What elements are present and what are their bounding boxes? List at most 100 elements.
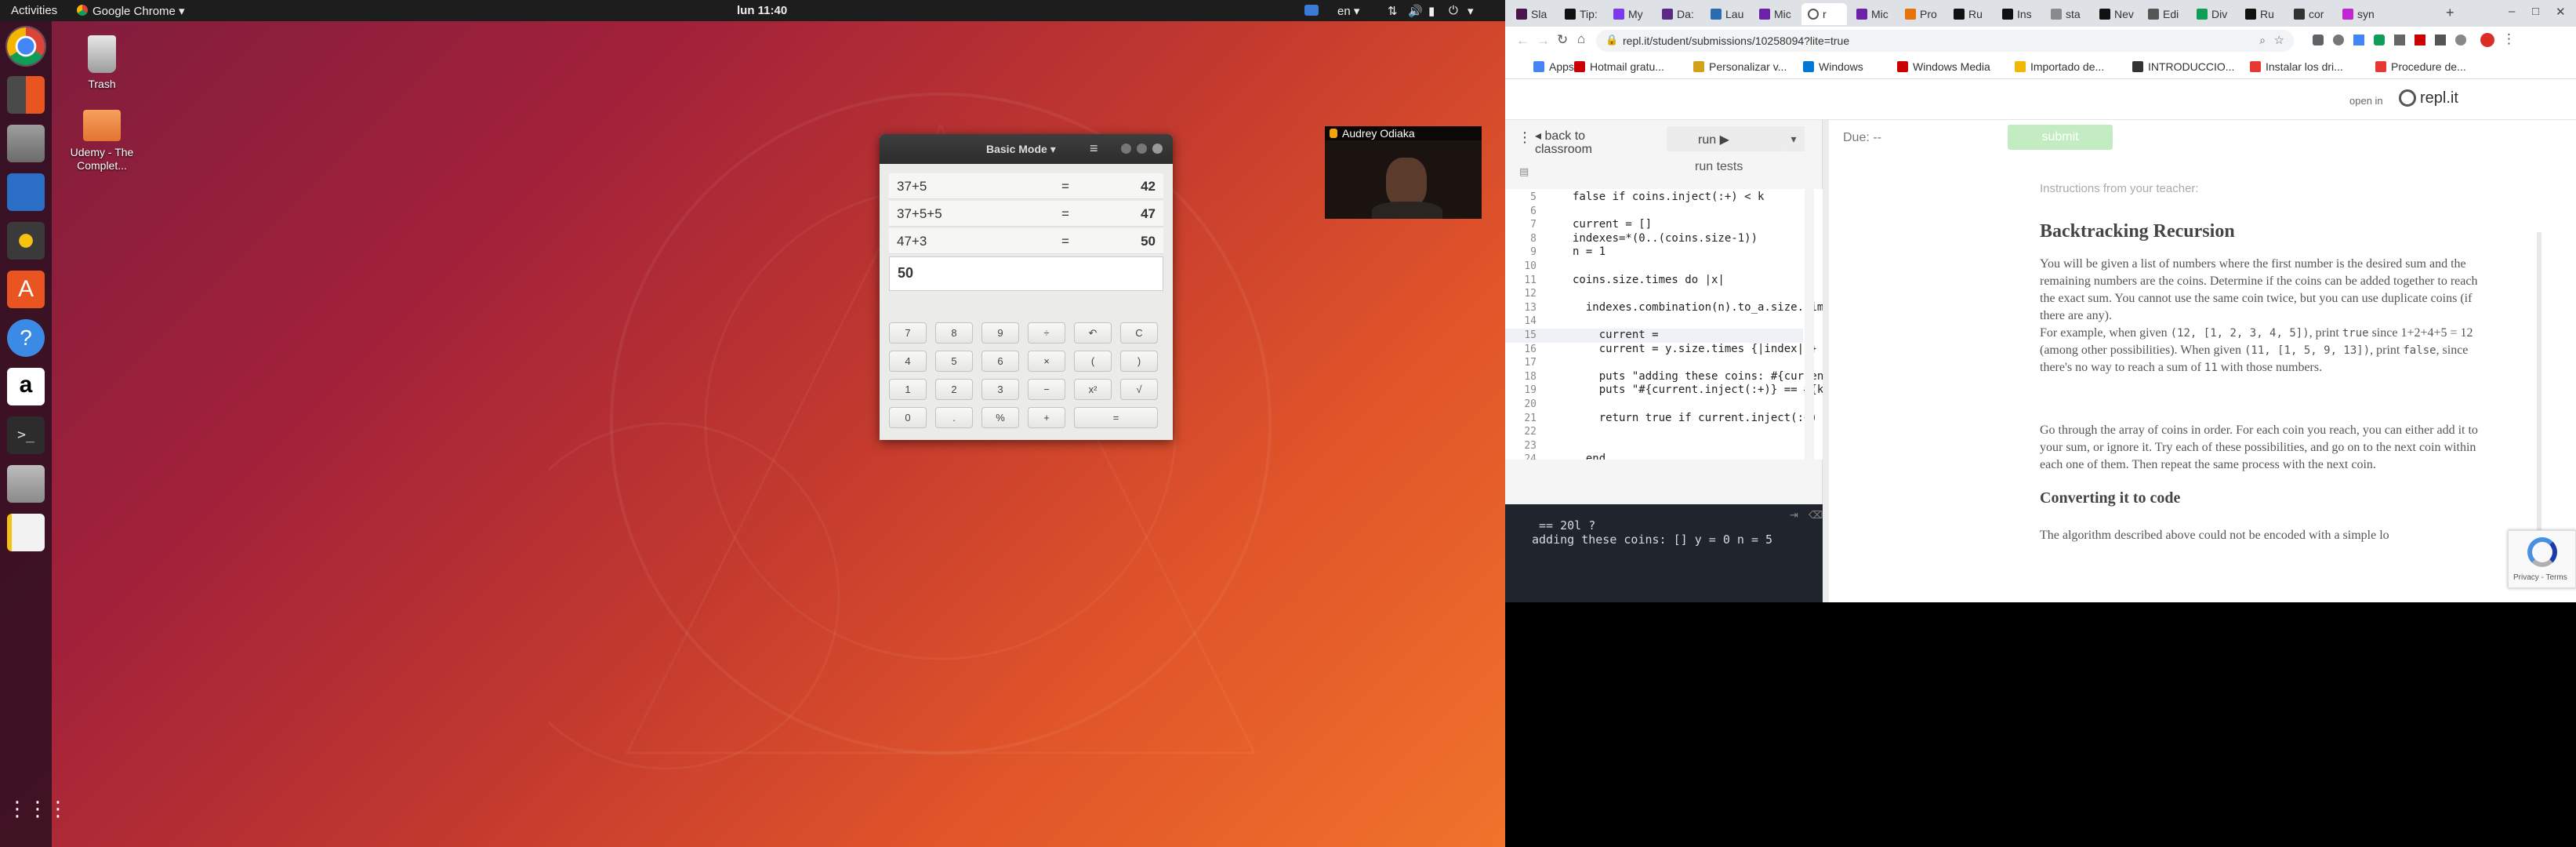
code-line[interactable]: 8 indexes=*(0..(coins.size-1)) [1505, 232, 1803, 246]
maximize-button[interactable] [1137, 144, 1147, 154]
code-line[interactable]: 5 false if coins.inject(:+) < k [1505, 191, 1803, 205]
console-wrap-icon[interactable]: ⇥ [1790, 509, 1798, 522]
bookmark-item[interactable]: Windows Media [1897, 60, 1990, 73]
address-bar[interactable]: 🔒 repl.it/student/submissions/10258094?l… [1596, 30, 2294, 52]
software-center-icon[interactable]: A [7, 271, 45, 308]
browser-tab[interactable]: r [1801, 3, 1847, 25]
calc-key[interactable]: = [1074, 407, 1158, 428]
recaptcha-badge[interactable]: Privacy - Terms [2508, 530, 2576, 588]
pane-divider[interactable] [1823, 120, 1829, 602]
recaptcha-links[interactable]: Privacy - Terms [2513, 573, 2567, 582]
editor-scrollbar[interactable] [1805, 189, 1814, 460]
calc-key[interactable]: ÷ [1028, 322, 1065, 344]
calc-key[interactable]: 0 [889, 407, 927, 428]
browser-tab[interactable]: syn [2336, 3, 2382, 25]
calc-key[interactable]: ( [1074, 351, 1112, 372]
close-button[interactable] [1152, 144, 1163, 154]
calc-key[interactable]: 5 [935, 351, 973, 372]
app-menu[interactable]: Google Chrome ▾ [93, 4, 185, 18]
code-line[interactable]: 11 coins.size.times do |x| [1505, 274, 1803, 288]
calc-key[interactable]: √ [1120, 379, 1158, 400]
history-row[interactable]: 37+5 = 42 [889, 173, 1163, 199]
replit-logo-icon[interactable] [2399, 89, 2416, 107]
terminal-icon[interactable]: >_ [7, 416, 45, 454]
trash-desktop-icon[interactable]: Trash [59, 35, 145, 91]
calc-key[interactable]: 8 [935, 322, 973, 344]
calc-key[interactable]: . [935, 407, 973, 428]
bookmark-item[interactable]: Hotmail gratu... [1574, 60, 1664, 73]
udemy-folder-icon[interactable]: Udemy - The Complet... [59, 110, 145, 173]
bookmark-item[interactable]: Personalizar v... [1693, 60, 1787, 73]
code-line[interactable]: 22 [1505, 425, 1803, 439]
submit-button[interactable]: submit [2008, 125, 2113, 150]
files-icon[interactable]: ▤ [1519, 165, 1529, 178]
browser-tab[interactable]: My [1607, 3, 1653, 25]
text-editor-icon[interactable] [7, 514, 45, 551]
bookmark-star-icon[interactable]: ☆ [2274, 33, 2284, 47]
bookmark-item[interactable]: Procedure de... [2375, 60, 2466, 73]
browser-tab[interactable]: Nev [2093, 3, 2139, 25]
browser-tab[interactable]: cor [2288, 3, 2333, 25]
code-line[interactable]: 18 puts "adding these coins: #{current} … [1505, 370, 1823, 384]
maximize-window-button[interactable]: □ [2532, 5, 2539, 18]
home-icon[interactable]: ⌂ [1577, 31, 1585, 47]
browser-tab[interactable]: Div [2190, 3, 2236, 25]
video-call-icon[interactable] [1304, 5, 1319, 16]
calc-key[interactable]: ) [1120, 351, 1158, 372]
extension-icon[interactable] [2353, 35, 2364, 45]
calc-key[interactable]: 6 [981, 351, 1019, 372]
extension-icon[interactable] [2374, 35, 2385, 45]
chrome-dock-icon[interactable] [5, 26, 46, 67]
extension-icon[interactable] [2394, 35, 2405, 45]
extension-icon[interactable] [2313, 35, 2324, 45]
browser-tab[interactable]: sta [2044, 3, 2090, 25]
calc-key[interactable]: + [1028, 407, 1065, 428]
calc-key[interactable]: × [1028, 351, 1065, 372]
bookmark-item[interactable]: INTRODUCCIO... [2132, 60, 2234, 73]
history-row[interactable]: 37+5+5 = 47 [889, 201, 1163, 227]
console-clear-icon[interactable]: ⌫ [1809, 509, 1823, 522]
code-editor[interactable]: 5 false if coins.inject(:+) < k 6 7 current … [1505, 189, 1823, 460]
browser-tab[interactable]: Pro [1899, 3, 1944, 25]
battery-icon[interactable]: ▮ [1428, 4, 1435, 18]
code-line[interactable]: 10 [1505, 260, 1803, 274]
calculator-titlebar[interactable]: Basic Mode ▾ ≡ [880, 134, 1173, 164]
calc-key[interactable]: 9 [981, 322, 1019, 344]
calculator-display[interactable]: 50 [889, 256, 1163, 291]
mode-selector[interactable]: Basic Mode ▾ [986, 143, 1056, 156]
zoom-icon[interactable]: ⌕ [2259, 34, 2266, 47]
browser-tab[interactable]: Edi [2142, 3, 2187, 25]
bookmark-item[interactable]: Importado de... [2015, 60, 2104, 73]
browser-tab[interactable]: Ru [1947, 3, 1993, 25]
calc-key[interactable]: 4 [889, 351, 927, 372]
rhythmbox-dock-icon[interactable] [7, 222, 45, 260]
extension-icon[interactable] [2455, 35, 2466, 45]
calc-key[interactable]: 7 [889, 322, 927, 344]
code-line[interactable]: 19 puts "#{current.inject(:+)} == #{k} ?… [1505, 384, 1823, 398]
writer-dock-icon[interactable] [7, 173, 45, 211]
code-line[interactable]: 24 end [1505, 453, 1803, 460]
browser-tab[interactable]: Mic [1753, 3, 1798, 25]
code-line[interactable]: 9 n = 1 [1505, 245, 1803, 260]
new-tab-button[interactable]: + [2446, 5, 2454, 21]
calculator-dock-icon[interactable] [7, 76, 45, 114]
system-menu-chevron-icon[interactable]: ▾ [1468, 4, 1474, 18]
extension-icon[interactable] [2435, 35, 2446, 45]
instructions-scrollbar[interactable] [2537, 232, 2542, 562]
bookmark-item[interactable]: Apps [1533, 60, 1574, 73]
code-line[interactable]: 20 [1505, 398, 1803, 412]
reload-icon[interactable]: ↻ [1557, 32, 1568, 48]
back-icon[interactable]: ← [1516, 33, 1529, 49]
browser-tab[interactable]: Ru [2239, 3, 2284, 25]
language-indicator[interactable]: en ▾ [1337, 4, 1359, 18]
console-pane[interactable]: == 20l ? adding these coins: [] y = 0 n … [1505, 504, 1823, 602]
calc-key[interactable]: 3 [981, 379, 1019, 400]
calc-key[interactable]: x² [1074, 379, 1112, 400]
code-line[interactable]: 13 indexes.combination(n).to_a.size.time… [1505, 301, 1823, 315]
minimize-window-button[interactable]: – [2509, 5, 2515, 18]
browser-tab[interactable]: Sla [1510, 3, 1555, 25]
calc-key[interactable]: 2 [935, 379, 973, 400]
calc-key[interactable]: − [1028, 379, 1065, 400]
calc-key[interactable]: % [981, 407, 1019, 428]
history-row[interactable]: 47+3 = 50 [889, 228, 1163, 254]
